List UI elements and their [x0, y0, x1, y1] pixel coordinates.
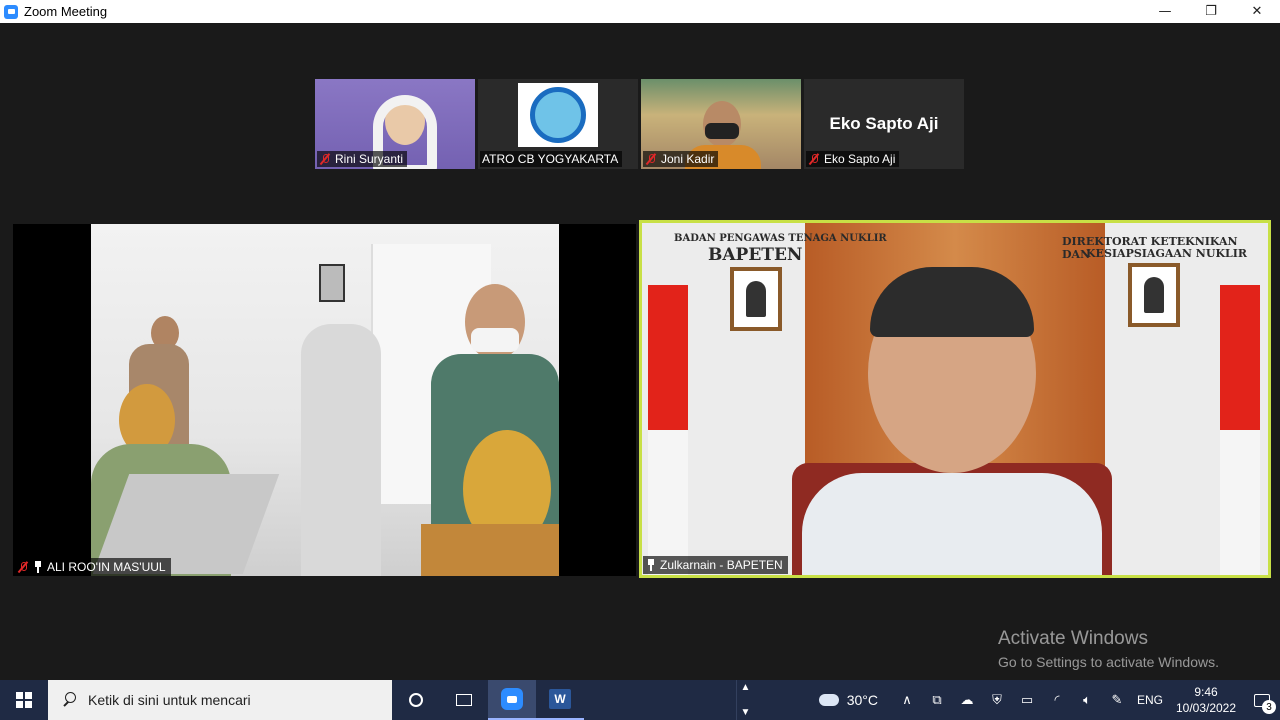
pin-icon: [33, 561, 43, 573]
wall-portrait: [1128, 263, 1180, 327]
participant-name: Zulkarnain - BAPETEN: [660, 558, 783, 572]
logo-emblem-icon: [530, 87, 586, 143]
notification-center-button[interactable]: 3: [1244, 680, 1280, 720]
chevron-up-icon[interactable]: ▲: [741, 682, 751, 693]
wall-frame: [319, 264, 345, 302]
participant-label: Rini Suryanti: [317, 151, 408, 167]
participant-name: Rini Suryanti: [335, 152, 404, 166]
background-text: BAPETEN: [708, 245, 803, 265]
participant-name: Joni Kadir: [661, 152, 715, 166]
organization-logo: [518, 83, 598, 147]
word-icon: W: [549, 689, 571, 709]
watermark-title: Activate Windows: [998, 628, 1148, 649]
clock-time: 9:46: [1194, 685, 1218, 699]
flag-icon: [1220, 285, 1260, 575]
meeting-area: Rini Suryanti ATRO CB YOGYAKARTA Joni Ka…: [0, 23, 1280, 680]
start-button[interactable]: [0, 680, 48, 720]
close-button[interactable]: ✕: [1234, 0, 1280, 23]
person-body: [301, 324, 381, 576]
participant-name: ATRO CB YOGYAKARTA: [482, 152, 619, 166]
taskbar-scroll[interactable]: ▲ ▼: [736, 680, 754, 720]
battery-icon[interactable]: ▭: [1012, 680, 1042, 720]
taskbar: Ketik di sini untuk mencari W ▲ ▼ 30°C ∧…: [0, 680, 1280, 720]
participant-tile[interactable]: Joni Kadir: [641, 79, 801, 169]
language-indicator[interactable]: ENG: [1132, 680, 1168, 720]
participant-label: Eko Sapto Aji: [806, 151, 900, 167]
restore-button[interactable]: ❐: [1188, 0, 1234, 23]
pin-icon: [646, 559, 656, 571]
weather-temp: 30°C: [846, 692, 878, 708]
mask-shape: [705, 123, 739, 139]
pen-icon[interactable]: ✎: [1102, 680, 1132, 720]
cortana-icon: [409, 693, 423, 707]
flag-icon: [648, 285, 688, 575]
chevron-down-icon[interactable]: ▼: [741, 707, 751, 718]
weather-widget[interactable]: 30°C: [818, 692, 878, 708]
participant-label: ATRO CB YOGYAKARTA: [480, 151, 623, 167]
cortana-button[interactable]: [392, 680, 440, 720]
minimize-button[interactable]: —: [1142, 0, 1188, 23]
virtual-background: BADAN PENGAWAS TENAGA NUKLIR BAPETEN DIR…: [642, 223, 1268, 575]
activate-windows-watermark: Activate Windows Go to Settings to activ…: [998, 628, 1219, 670]
background-text: BADAN PENGAWAS TENAGA NUKLIR: [674, 233, 887, 244]
search-placeholder: Ketik di sini untuk mencari: [88, 692, 251, 708]
participant-label: Zulkarnain - BAPETEN: [643, 556, 788, 574]
windows-logo-icon: [16, 692, 32, 708]
cloud-icon: [818, 694, 839, 706]
watermark-subtitle: Go to Settings to activate Windows.: [998, 654, 1219, 670]
person-body: [421, 524, 559, 576]
muted-mic-icon: [645, 153, 657, 165]
search-icon: [62, 692, 78, 708]
task-view-button[interactable]: [440, 680, 488, 720]
main-video-active-speaker[interactable]: BADAN PENGAWAS TENAGA NUKLIR BAPETEN DIR…: [639, 220, 1271, 578]
participant-tile[interactable]: ATRO CB YOGYAKARTA: [478, 79, 638, 169]
meet-now-icon[interactable]: ⧉: [922, 680, 952, 720]
participant-label: Joni Kadir: [643, 151, 719, 167]
show-hidden-icons-icon[interactable]: ∧: [892, 680, 922, 720]
clock[interactable]: 9:46 10/03/2022: [1168, 684, 1244, 716]
zoom-taskbar-button[interactable]: [488, 680, 536, 720]
participant-name: ALI ROO'IN MAS'UUL: [47, 560, 166, 574]
window-title: Zoom Meeting: [24, 4, 108, 19]
wifi-icon[interactable]: ◜: [1042, 680, 1072, 720]
onedrive-icon[interactable]: ☁: [952, 680, 982, 720]
participant-display-name: Eko Sapto Aji: [829, 114, 939, 133]
word-taskbar-button[interactable]: W: [536, 680, 584, 720]
participant-tile[interactable]: Eko Sapto Aji Eko Sapto Aji: [804, 79, 964, 169]
taskbar-search-box[interactable]: Ketik di sini untuk mencari: [48, 680, 392, 720]
muted-mic-icon: [17, 561, 29, 573]
participant-label: ALI ROO'IN MAS'UUL: [14, 558, 171, 576]
zoom-icon: [501, 688, 523, 710]
title-bar: Zoom Meeting — ❐ ✕: [0, 0, 1280, 23]
volume-icon[interactable]: 🔈︎: [1072, 680, 1102, 720]
notification-count: 3: [1262, 700, 1276, 714]
system-tray: 30°C ∧ ⧉ ☁ ⛨ ▭ ◜ 🔈︎ ✎ ENG 9:46 10/03/202…: [818, 680, 1280, 720]
background-text: KESIAPSIAGAAN NUKLIR: [1086, 247, 1248, 260]
video-scene: [91, 224, 559, 576]
shirt-shape: [802, 473, 1102, 575]
mask-shape: [471, 328, 519, 352]
participant-tile[interactable]: Rini Suryanti: [315, 79, 475, 169]
participant-name: Eko Sapto Aji: [824, 152, 896, 166]
clock-date: 10/03/2022: [1175, 701, 1237, 715]
task-view-icon: [456, 694, 472, 706]
hair-shape: [870, 267, 1034, 337]
muted-mic-icon: [808, 153, 820, 165]
zoom-app-icon: [4, 4, 18, 19]
main-video-left[interactable]: ALI ROO'IN MAS'UUL: [13, 224, 636, 576]
muted-mic-icon: [319, 153, 331, 165]
wall-portrait: [730, 267, 782, 331]
security-shield-icon[interactable]: ⛨: [982, 680, 1012, 720]
window-controls: — ❐ ✕: [1142, 0, 1280, 23]
